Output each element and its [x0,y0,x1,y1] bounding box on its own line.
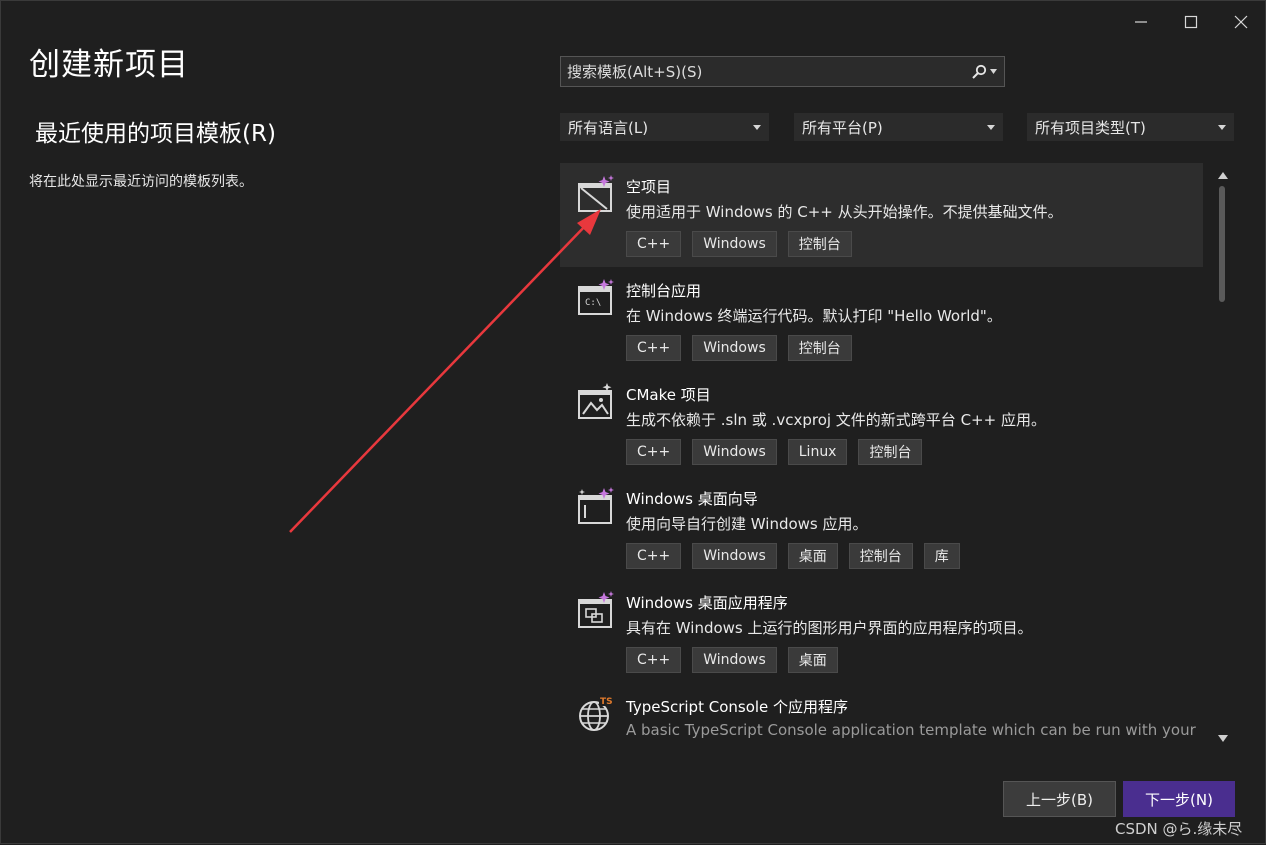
template-tags: C++ Windows 控制台 [626,335,852,361]
minimize-icon[interactable] [1127,9,1155,35]
template-item-typescript-console[interactable]: TS TypeScript Console 个应用程序 A basic Type… [560,683,1203,749]
empty-project-icon [578,175,614,212]
template-name: 控制台应用 [626,282,702,300]
svg-text:TS: TS [600,697,613,707]
tag: C++ [626,647,682,673]
template-name: Windows 桌面应用程序 [626,594,788,612]
typescript-globe-icon: TS [579,695,614,731]
tag: C++ [626,543,682,569]
chevron-down-icon [753,124,761,130]
tag: 控制台 [848,543,913,569]
project-type-filter-label: 所有项目类型(T) [1035,118,1146,137]
chevron-down-icon [990,69,997,74]
tag: 控制台 [787,231,852,257]
template-description: 生成不依赖于 .sln 或 .vcxproj 文件的新式跨平台 C++ 应用。 [626,411,1046,429]
chevron-down-icon [987,124,995,130]
cmake-project-icon [578,383,612,419]
tag: 桌面 [787,543,838,569]
template-tags: C++ Windows Linux 控制台 [626,439,923,465]
search-templates-input[interactable]: 搜索模板(Alt+S)(S) [560,56,1005,87]
scroll-down-arrow-icon[interactable] [1218,735,1228,742]
desktop-wizard-icon [578,487,614,524]
tag: 桌面 [787,647,838,673]
recent-templates-empty-text: 将在此处显示最近访问的模板列表。 [29,174,253,190]
maximize-icon[interactable] [1177,9,1205,35]
tag: C++ [626,335,682,361]
tag: 控制台 [787,335,852,361]
template-description: A basic TypeScript Console application t… [626,721,1196,739]
template-item-desktop-app[interactable]: Windows 桌面应用程序 具有在 Windows 上运行的图形用户界面的应用… [560,579,1203,683]
search-icon[interactable] [964,57,1004,86]
desktop-app-icon [578,591,614,628]
template-description: 在 Windows 终端运行代码。默认打印 "Hello World"。 [626,307,1002,325]
window-controls [1127,9,1255,35]
template-tags: C++ Windows 桌面 控制台 库 [626,543,960,569]
template-description: 使用适用于 Windows 的 C++ 从头开始操作。不提供基础文件。 [626,203,1063,221]
tag: C++ [626,439,682,465]
language-filter-label: 所有语言(L) [568,118,649,137]
page-title: 创建新项目 [29,47,189,83]
template-item-cmake-project[interactable]: CMake 项目 生成不依赖于 .sln 或 .vcxproj 文件的新式跨平台… [560,371,1203,475]
tag: 库 [923,543,960,569]
console-app-icon: C:\ [578,279,614,315]
platform-filter-label: 所有平台(P) [802,118,883,137]
template-tags: C++ Windows 控制台 [626,231,852,257]
template-name: 空项目 [626,178,672,196]
project-type-filter-dropdown[interactable]: 所有项目类型(T) [1027,113,1234,141]
tag: Windows [692,231,777,257]
tag: Windows [692,647,777,673]
tag: Linux [787,439,848,465]
template-list: 空项目 使用适用于 Windows 的 C++ 从头开始操作。不提供基础文件。 … [560,161,1203,749]
template-item-empty-project[interactable]: 空项目 使用适用于 Windows 的 C++ 从头开始操作。不提供基础文件。 … [560,163,1203,267]
template-tags: C++ Windows 桌面 [626,647,838,673]
search-placeholder: 搜索模板(Alt+S)(S) [567,63,703,81]
template-item-desktop-wizard[interactable]: Windows 桌面向导 使用向导自行创建 Windows 应用。 C++ Wi… [560,475,1203,579]
close-icon[interactable] [1227,9,1255,35]
chevron-down-icon [1218,124,1226,130]
template-list-scrollbar[interactable] [1213,164,1231,748]
template-description: 具有在 Windows 上运行的图形用户界面的应用程序的项目。 [626,619,1033,637]
tag: Windows [692,543,777,569]
language-filter-dropdown[interactable]: 所有语言(L) [560,113,769,141]
recent-templates-heading: 最近使用的项目模板(R) [35,121,276,147]
scroll-up-arrow-icon[interactable] [1218,172,1228,179]
watermark: CSDN @ら.缘未尽 [1115,820,1243,838]
svg-text:C:\: C:\ [585,298,601,308]
template-item-console-app[interactable]: C:\ 控制台应用 在 Windows 终端运行代码。默认打印 "Hello W… [560,267,1203,371]
back-button[interactable]: 上一步(B) [1003,781,1116,817]
platform-filter-dropdown[interactable]: 所有平台(P) [794,113,1003,141]
template-name: CMake 项目 [626,386,711,404]
create-project-dialog: 创建新项目 最近使用的项目模板(R) 将在此处显示最近访问的模板列表。 搜索模板… [0,0,1266,844]
template-name: Windows 桌面向导 [626,490,758,508]
tag: Windows [692,335,777,361]
template-name: TypeScript Console 个应用程序 [626,698,849,716]
template-description: 使用向导自行创建 Windows 应用。 [626,515,868,533]
scrollbar-thumb[interactable] [1219,186,1225,302]
tag: C++ [626,231,682,257]
next-button[interactable]: 下一步(N) [1123,781,1235,817]
tag: 控制台 [858,439,923,465]
tag: Windows [692,439,777,465]
